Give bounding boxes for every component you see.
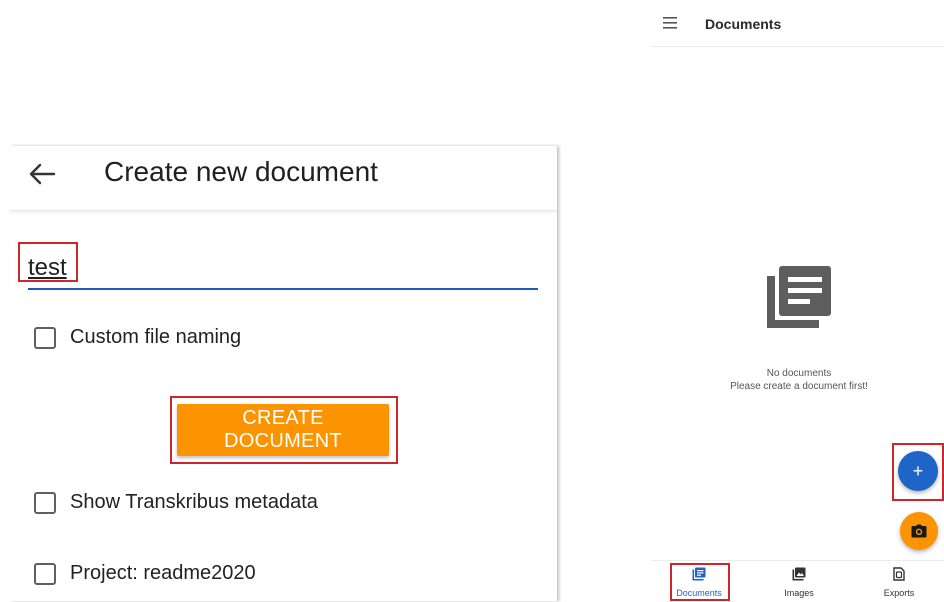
highlight-add-button bbox=[892, 443, 944, 501]
arrow-left-icon bbox=[29, 163, 56, 185]
create-document-header: Create new document bbox=[10, 146, 557, 211]
nav-exports-label: Exports bbox=[883, 588, 915, 598]
custom-file-naming-checkbox[interactable] bbox=[34, 326, 56, 349]
camera-button[interactable] bbox=[900, 512, 938, 550]
custom-file-naming-row[interactable]: Custom file naming bbox=[34, 326, 241, 349]
show-metadata-row[interactable]: Show Transkribus metadata bbox=[34, 491, 318, 514]
show-metadata-label: Show Transkribus metadata bbox=[70, 491, 318, 513]
back-button[interactable] bbox=[26, 158, 58, 190]
show-metadata-checkbox[interactable] bbox=[34, 491, 56, 514]
nav-exports[interactable]: Exports bbox=[867, 567, 931, 598]
documents-screen: Documents No documents Please create a d… bbox=[651, 0, 944, 602]
nav-images[interactable]: Images bbox=[767, 567, 831, 598]
project-label: Project: readme2020 bbox=[70, 562, 256, 584]
camera-icon bbox=[911, 524, 927, 538]
project-checkbox[interactable] bbox=[34, 562, 56, 585]
project-row[interactable]: Project: readme2020 bbox=[34, 562, 256, 585]
menu-icon[interactable] bbox=[661, 14, 681, 32]
custom-file-naming-label: Custom file naming bbox=[70, 326, 242, 348]
highlight-documents-tab bbox=[670, 563, 730, 601]
document-name-input[interactable] bbox=[28, 248, 538, 290]
empty-state-title: No documents bbox=[766, 368, 832, 379]
create-document-screen: Create new document Custom file naming C… bbox=[10, 146, 557, 601]
highlight-create-button bbox=[170, 396, 398, 464]
page-title: Create new document bbox=[104, 156, 378, 187]
highlight-name-input bbox=[18, 242, 78, 282]
exports-nav-icon bbox=[893, 567, 905, 581]
nav-images-label: Images bbox=[784, 588, 814, 598]
images-nav-icon bbox=[792, 567, 806, 581]
documents-title: Documents bbox=[705, 16, 782, 32]
documents-header: Documents bbox=[651, 0, 944, 47]
empty-state-message: Please create a document first! bbox=[730, 381, 868, 392]
documents-library-icon bbox=[767, 266, 831, 328]
